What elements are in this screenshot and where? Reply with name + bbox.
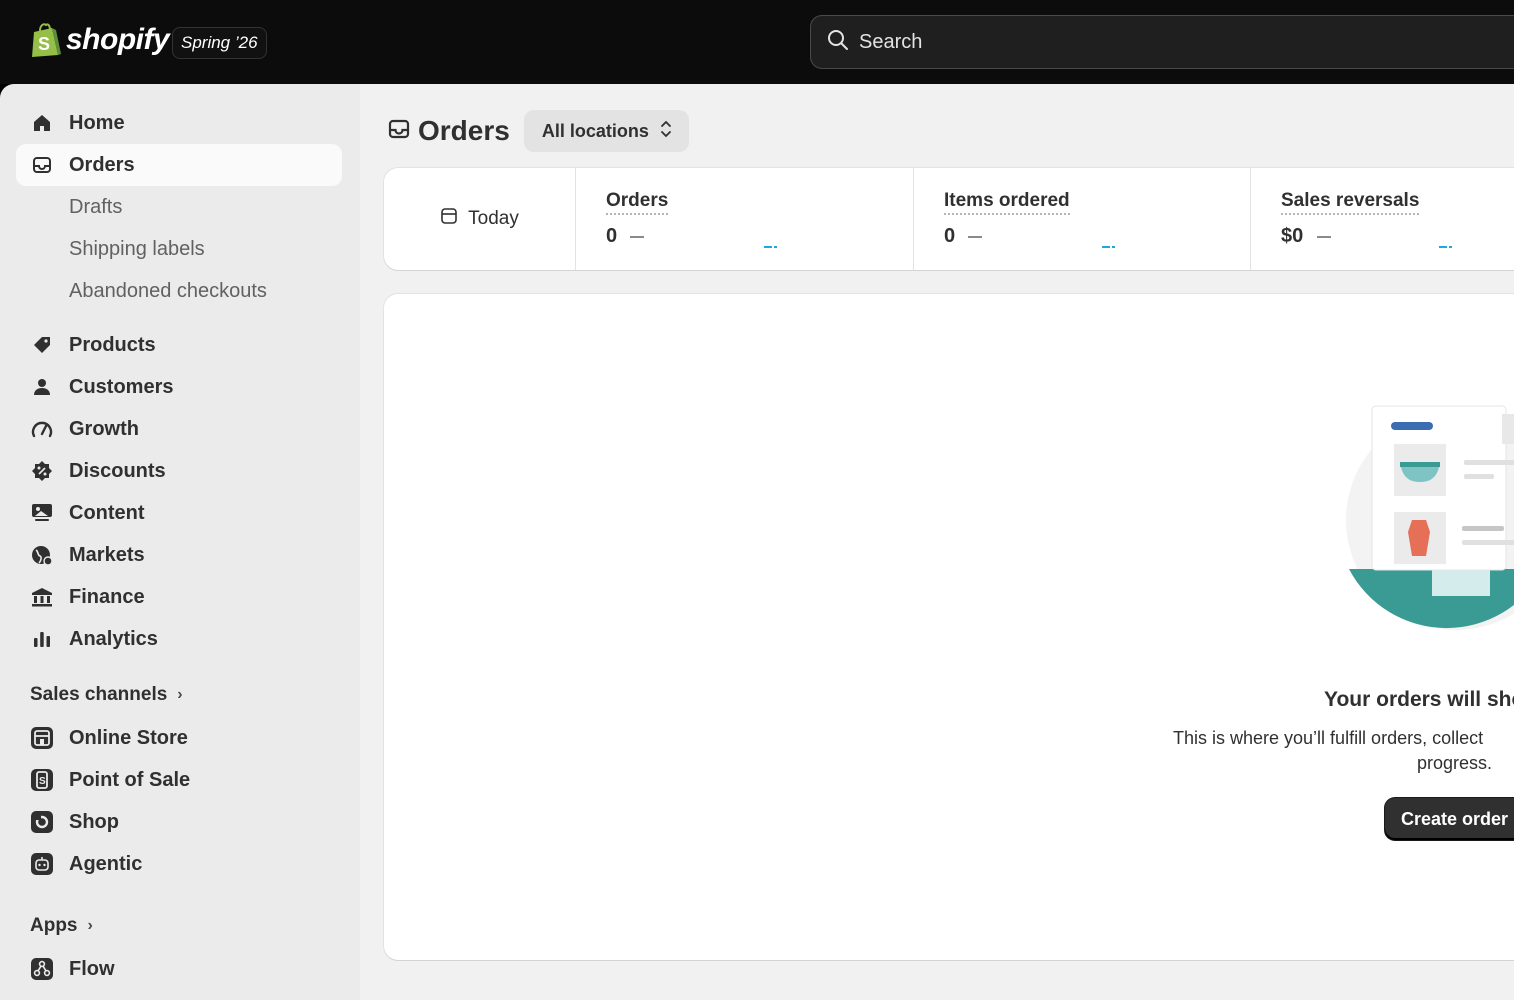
store-icon	[30, 726, 54, 750]
image-icon	[30, 501, 54, 525]
empty-state-text: This is where you’ll fulfill orders, col…	[1173, 726, 1514, 776]
search-input[interactable]: Search	[859, 31, 922, 54]
pos-icon: S	[30, 768, 54, 792]
stat-value: 0	[606, 225, 618, 247]
sidebar: Home Orders Drafts Shipping labels Aband…	[0, 84, 360, 1000]
trend-dash	[630, 236, 644, 238]
inbox-icon	[388, 118, 410, 145]
stat-label: Items ordered	[944, 190, 1070, 215]
stat-items-ordered[interactable]: Items ordered 0	[914, 168, 1251, 270]
sparkline	[1102, 246, 1116, 248]
trend-dash	[1317, 236, 1331, 238]
stat-label: Orders	[606, 190, 669, 215]
sidebar-item-point-of-sale[interactable]: S Point of Sale	[16, 759, 342, 801]
chevron-right-icon: ›	[87, 917, 93, 934]
shopify-bag-icon: S	[30, 22, 62, 58]
sparkline	[764, 246, 778, 248]
sidebar-item-home[interactable]: Home	[16, 102, 342, 144]
location-selector-label: All locations	[541, 120, 649, 141]
stat-value: 0	[944, 225, 956, 247]
apps-heading[interactable]: Apps ›	[30, 915, 93, 937]
stat-sales-reversals[interactable]: Sales reversals $0	[1251, 168, 1514, 270]
sidebar-item-shop[interactable]: Shop	[16, 801, 342, 843]
sidebar-item-label: Products	[69, 333, 156, 356]
date-range-button[interactable]: Today	[384, 168, 576, 270]
sidebar-item-orders[interactable]: Orders	[16, 144, 342, 186]
chevron-right-icon: ›	[177, 686, 183, 703]
trend-dash	[968, 236, 982, 238]
shopify-logo[interactable]: S shopify	[30, 22, 170, 58]
sidebar-item-customers[interactable]: Customers	[16, 366, 342, 408]
bar-chart-icon	[30, 627, 54, 651]
stats-bar: Today Orders 0 Items ordered 0 Sales rev…	[384, 168, 1514, 270]
home-icon	[30, 111, 54, 135]
stat-orders[interactable]: Orders 0	[576, 168, 914, 270]
empty-state-heading: Your orders will sho	[1324, 688, 1514, 711]
sidebar-item-products[interactable]: Products	[16, 324, 342, 366]
sidebar-item-markets[interactable]: Markets	[16, 534, 342, 576]
sidebar-item-label: Shop	[69, 810, 119, 833]
search-bar[interactable]: Search	[810, 15, 1514, 69]
discount-icon	[30, 459, 54, 483]
sidebar-subitem-abandoned-checkouts[interactable]: Abandoned checkouts	[69, 280, 267, 303]
empty-state-card: Your orders will sho This is where you’l…	[384, 294, 1514, 960]
calendar-icon	[440, 207, 458, 231]
stat-label: Sales reversals	[1281, 190, 1420, 215]
sidebar-item-agentic[interactable]: Agentic	[16, 843, 342, 885]
svg-text:S: S	[38, 34, 50, 54]
create-order-button[interactable]: Create order	[1385, 798, 1514, 840]
sidebar-item-label: Content	[69, 501, 145, 524]
agentic-icon	[30, 852, 54, 876]
empty-orders-illustration	[1344, 404, 1514, 644]
stat-value: $0	[1281, 225, 1304, 247]
empty-state-text-line-1: This is where you’ll fulfill orders, col…	[1173, 728, 1484, 748]
sidebar-item-online-store[interactable]: Online Store	[16, 717, 342, 759]
date-range-label: Today	[468, 208, 519, 229]
apps-label: Apps	[30, 915, 78, 936]
sparkline	[1439, 246, 1453, 248]
sidebar-item-label: Markets	[69, 543, 145, 566]
brand-name: shopify	[66, 23, 170, 56]
location-selector[interactable]: All locations	[523, 110, 689, 152]
tag-icon	[30, 333, 54, 357]
sidebar-item-label: Growth	[69, 417, 139, 440]
sidebar-item-analytics[interactable]: Analytics	[16, 618, 342, 660]
main-content: Orders All locations Today Orders 0 Item…	[360, 84, 1514, 1000]
sidebar-item-label: Discounts	[69, 459, 166, 482]
sidebar-item-label: Online Store	[69, 726, 188, 749]
sidebar-item-label: Customers	[69, 375, 174, 398]
gauge-icon	[30, 417, 54, 441]
flow-icon	[30, 957, 54, 981]
sidebar-item-label: Flow	[69, 957, 115, 980]
sidebar-item-label: Finance	[69, 585, 145, 608]
shop-icon	[30, 810, 54, 834]
top-bar: S shopify Spring ’26 Search	[0, 0, 1514, 84]
sidebar-item-label: Home	[69, 111, 125, 134]
sales-channels-label: Sales channels	[30, 684, 168, 705]
sidebar-item-finance[interactable]: Finance	[16, 576, 342, 618]
up-down-chevron-icon	[659, 119, 673, 144]
page-title: Orders	[418, 115, 510, 146]
empty-state-text-line-2: progress.	[1417, 753, 1493, 773]
person-icon	[30, 375, 54, 399]
sidebar-item-content[interactable]: Content	[16, 492, 342, 534]
sidebar-subitem-drafts[interactable]: Drafts	[69, 196, 122, 219]
search-icon	[827, 29, 849, 56]
edition-badge[interactable]: Spring ’26	[172, 27, 267, 59]
page-header: Orders All locations	[388, 110, 689, 152]
sidebar-item-label: Point of Sale	[69, 768, 191, 791]
sales-channels-heading[interactable]: Sales channels ›	[30, 684, 183, 706]
sidebar-item-discounts[interactable]: Discounts	[16, 450, 342, 492]
svg-text:S: S	[39, 776, 46, 787]
bank-icon	[30, 585, 54, 609]
sidebar-item-label: Orders	[69, 153, 135, 176]
sidebar-subitem-shipping-labels[interactable]: Shipping labels	[69, 238, 205, 261]
sidebar-item-growth[interactable]: Growth	[16, 408, 342, 450]
sidebar-item-label: Analytics	[69, 627, 158, 650]
sidebar-item-label: Agentic	[69, 852, 143, 875]
globe-icon	[30, 543, 54, 567]
sidebar-item-flow[interactable]: Flow	[16, 948, 342, 990]
inbox-icon	[30, 153, 54, 177]
